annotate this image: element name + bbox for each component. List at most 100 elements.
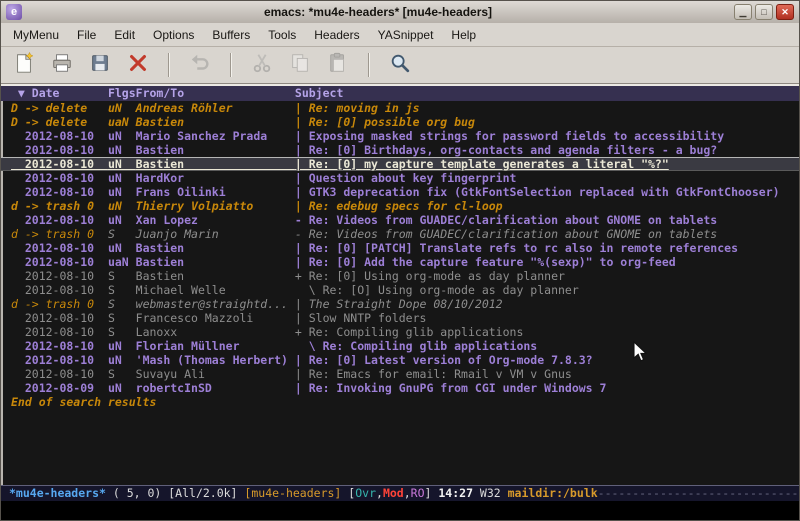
mode-line[interactable]: *mu4e-headers* ( 5, 0) [All/2.0k] [mu4e-…: [1, 485, 799, 501]
column-from: From/To: [136, 86, 295, 100]
paste-icon: [327, 52, 349, 79]
message-row[interactable]: 2012-08-10 uN Frans Oilinki | GTK3 depre…: [1, 185, 799, 199]
message-row[interactable]: 2012-08-10 S Bastien + Re: [0] Using org…: [1, 269, 799, 283]
row-flags: S: [108, 311, 136, 325]
message-row[interactable]: d -> trash 0 uN Thierry Volpiatto | Re: …: [1, 199, 799, 213]
row-subject: | GTK3 deprecation fix (GtkFontSelection…: [295, 185, 780, 199]
message-row[interactable]: D -> delete uN Andreas Röhler | Re: movi…: [1, 101, 799, 115]
row-date-mark: 2012-08-09: [11, 381, 108, 395]
row-flags: uN: [108, 129, 136, 143]
message-row[interactable]: 2012-08-10 uN Bastien | Re: [0] [PATCH] …: [1, 241, 799, 255]
row-flags: uN: [108, 241, 136, 255]
new-file-icon: [13, 52, 35, 79]
message-row[interactable]: 2012-08-10 uN Bastien | Re: [0] Birthday…: [1, 143, 799, 157]
save-button[interactable]: [85, 51, 115, 79]
toolbar-separator: [168, 53, 170, 77]
row-date-mark: 2012-08-10: [11, 241, 108, 255]
row-date-mark: 2012-08-10: [11, 283, 108, 297]
message-row[interactable]: 2012-08-10 uN HardKor | Question about k…: [1, 171, 799, 185]
message-row[interactable]: 2012-08-10 S Francesco Mazzoli | Slow NN…: [1, 311, 799, 325]
row-from: Lanoxx: [136, 325, 295, 339]
cut-icon: [251, 52, 273, 79]
cut-button[interactable]: [247, 51, 277, 79]
message-row[interactable]: 2012-08-10 uN Mario Sanchez Prada | Expo…: [1, 129, 799, 143]
message-row[interactable]: 2012-08-10 uN Florian Müllner \ Re: Comp…: [1, 339, 799, 353]
message-row[interactable]: d -> trash 0 S Juanjo Marin - Re: Videos…: [1, 227, 799, 241]
row-from: Florian Müllner: [136, 339, 295, 353]
minimize-button[interactable]: ▁: [734, 4, 752, 20]
row-date-mark: 2012-08-10: [11, 143, 108, 157]
search-icon: [389, 52, 411, 79]
menu-help[interactable]: Help: [442, 24, 485, 46]
row-from: Francesco Mazzoli: [136, 311, 295, 325]
toolbar: [1, 47, 799, 84]
row-subject: | Question about key fingerprint: [295, 171, 517, 185]
row-date-mark: 2012-08-10: [11, 185, 108, 199]
search-button[interactable]: [385, 51, 415, 79]
row-from: Bastien: [136, 157, 295, 171]
paste-button[interactable]: [323, 51, 353, 79]
row-subject: - Re: Videos from GUADEC/clarification a…: [295, 213, 717, 227]
column-flags: Flgs: [108, 86, 136, 100]
message-row[interactable]: D -> delete uaN Bastien | Re: [0] possib…: [1, 115, 799, 129]
modeline-plain: [All/2.0k]: [168, 486, 244, 500]
message-row[interactable]: 2012-08-10 S Suvayu Ali | Re: Emacs for …: [1, 367, 799, 381]
modeline-folder: maildir:/bulk: [508, 486, 598, 500]
toolbar-separator: [368, 53, 370, 77]
undo-icon: [189, 52, 211, 79]
new-message-button[interactable]: [9, 51, 39, 79]
menu-edit[interactable]: Edit: [105, 24, 144, 46]
message-row[interactable]: 2012-08-10 uN Bastien | Re: [0] my captu…: [1, 157, 799, 171]
modeline-readonly: RO: [411, 486, 425, 500]
maximize-button[interactable]: □: [755, 4, 773, 20]
headers-column-header[interactable]: ▼ Date FlgsFrom/To Subject: [1, 86, 799, 101]
close-button[interactable]: ✕: [776, 4, 794, 20]
close-buffer-button[interactable]: [123, 51, 153, 79]
message-row[interactable]: 2012-08-09 uN robertcInSD | Re: Invoking…: [1, 381, 799, 395]
copy-button[interactable]: [285, 51, 315, 79]
menu-options[interactable]: Options: [144, 24, 203, 46]
row-flags: S: [108, 325, 136, 339]
column-date: Date: [32, 86, 108, 100]
menu-yasnippet[interactable]: YASnippet: [369, 24, 443, 46]
modeline-modified: Mod: [383, 486, 404, 500]
message-row[interactable]: 2012-08-10 uaN Bastien | Re: [0] Add the…: [1, 255, 799, 269]
menu-tools[interactable]: Tools: [259, 24, 305, 46]
message-row[interactable]: 2012-08-10 S Michael Welle \ Re: [O] Usi…: [1, 283, 799, 297]
close-icon: [127, 52, 149, 79]
message-row[interactable]: 2012-08-10 S Lanoxx + Re: Compiling glib…: [1, 325, 799, 339]
row-flags: uN: [108, 171, 136, 185]
row-date-mark: 2012-08-10: [11, 255, 108, 269]
emacs-window: e emacs: *mu4e-headers* [mu4e-headers] ▁…: [0, 0, 800, 521]
menu-mymenu[interactable]: MyMenu: [4, 24, 68, 46]
row-from: Frans Oilinki: [136, 185, 295, 199]
row-subject: | Re: [0] [PATCH] Translate refs to rc a…: [295, 241, 738, 255]
row-from: webmaster@straightd...: [136, 297, 295, 311]
row-subject: \ Re: Compiling glib applications: [295, 339, 537, 353]
row-flags: uN: [108, 213, 136, 227]
row-from: Bastien: [136, 269, 295, 283]
row-subject: | Re: [0] my capture template generates …: [295, 157, 669, 171]
message-row[interactable]: 2012-08-10 uN 'Mash (Thomas Herbert) | R…: [1, 353, 799, 367]
row-subject: + Re: Compiling glib applications: [295, 325, 523, 339]
row-subject: \ Re: [O] Using org-mode as day planner: [295, 283, 579, 297]
print-button[interactable]: [47, 51, 77, 79]
echo-area[interactable]: [1, 501, 799, 520]
row-from: Mario Sanchez Prada: [136, 129, 295, 143]
menu-file[interactable]: File: [68, 24, 105, 46]
menu-buffers[interactable]: Buffers: [203, 24, 259, 46]
row-subject: | The Straight Dope 08/10/2012: [295, 297, 503, 311]
message-row[interactable]: d -> trash 0 S webmaster@straightd... | …: [1, 297, 799, 311]
modeline-plain: ,: [376, 486, 383, 500]
row-flags: S: [108, 367, 136, 381]
row-flags: uN: [108, 143, 136, 157]
row-subject: | Re: moving in js: [295, 101, 420, 115]
menu-headers[interactable]: Headers: [305, 24, 368, 46]
undo-button[interactable]: [185, 51, 215, 79]
row-date-mark: d -> trash 0: [11, 199, 108, 213]
row-from: Bastien: [136, 241, 295, 255]
modeline-plain: ( 5, 0): [106, 486, 168, 500]
row-flags: uN: [108, 353, 136, 367]
copy-icon: [289, 52, 311, 79]
message-row[interactable]: 2012-08-10 uN Xan Lopez - Re: Videos fro…: [1, 213, 799, 227]
